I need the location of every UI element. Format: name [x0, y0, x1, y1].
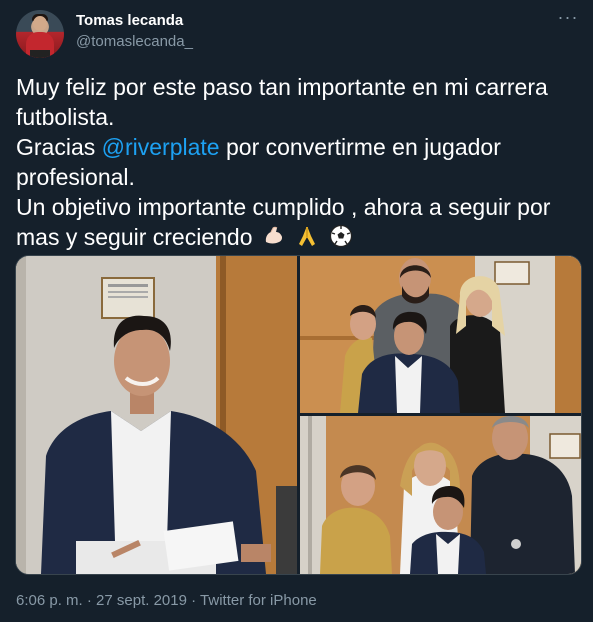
- tweet-text-segment: Gracias: [16, 134, 102, 160]
- avatar-head: [33, 16, 47, 31]
- author-handle[interactable]: @tomaslecanda_: [76, 33, 193, 50]
- tweet-footer: 6:06 p. m. · 27 sept. 2019 · Twitter for…: [16, 592, 317, 609]
- photo-family-group-1[interactable]: [300, 256, 581, 413]
- mention-link[interactable]: @riverplate: [102, 134, 220, 160]
- photo-family-group-2[interactable]: [300, 416, 581, 574]
- flexed-biceps-icon: [262, 224, 286, 255]
- tweet-text-segment: por convertirme en jugador: [219, 134, 501, 160]
- footer-separator: ·: [82, 592, 97, 609]
- tweet-line: profesional.: [16, 164, 135, 190]
- tweet-text: Muy feliz por este paso tan importante e…: [16, 72, 581, 255]
- tweet-line: mas y seguir creciendo: [16, 222, 581, 255]
- tweet-source[interactable]: Twitter for iPhone: [200, 592, 317, 609]
- tweet-text-segment: mas y seguir creciendo: [16, 224, 253, 250]
- tweet-line: Un objetivo importante cumplido , ahora …: [16, 194, 551, 220]
- tweet-date[interactable]: 27 sept. 2019: [96, 592, 187, 609]
- avatar[interactable]: [16, 10, 64, 58]
- avatar-shorts: [30, 50, 50, 58]
- tweet-time[interactable]: 6:06 p. m.: [16, 592, 83, 609]
- author-name[interactable]: Tomas lecanda: [76, 12, 183, 29]
- tweet-line: Muy feliz por este paso tan importante e…: [16, 74, 548, 100]
- folded-hands-icon: [295, 224, 319, 255]
- more-options-icon[interactable]: ···: [557, 8, 579, 26]
- soccer-ball-icon: [329, 224, 353, 255]
- footer-separator: ·: [186, 592, 201, 609]
- tweet-card: Tomas lecanda @tomaslecanda_ ··· Muy fel…: [0, 0, 593, 622]
- tweet-line: futbolista.: [16, 104, 115, 130]
- tweet-line: Gracias @riverplate por convertirme en j…: [16, 132, 581, 162]
- photo-signing-contract[interactable]: [16, 256, 297, 574]
- media-grid: [15, 255, 582, 575]
